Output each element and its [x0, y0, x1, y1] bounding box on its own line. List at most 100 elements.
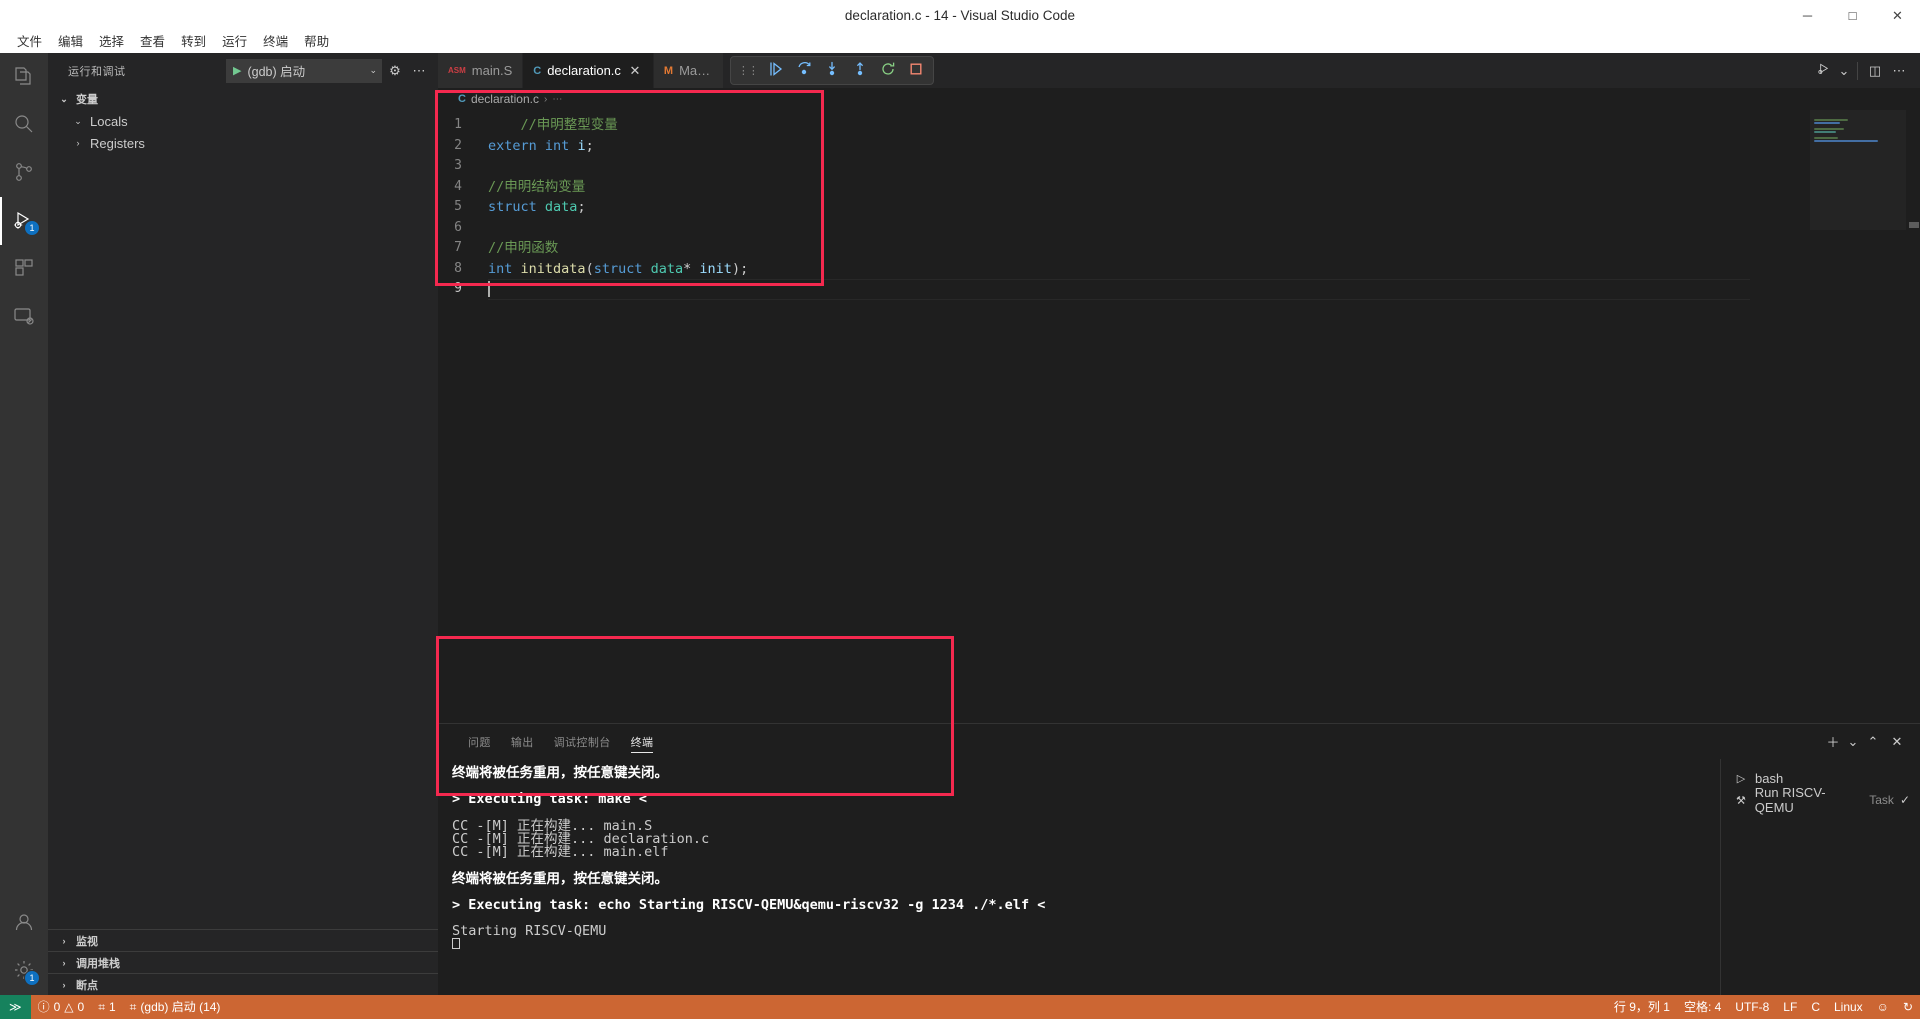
step-out-icon: [852, 61, 868, 80]
code-line[interactable]: 3: [438, 156, 1810, 177]
remote-indicator[interactable]: ≫: [0, 995, 31, 1019]
menu-file[interactable]: 文件: [10, 32, 49, 52]
minimap-slider[interactable]: [1810, 110, 1906, 230]
sidebar-more-actions[interactable]: ⋯: [408, 60, 430, 82]
step-into-button[interactable]: [819, 59, 845, 83]
terminal-output[interactable]: 终端将被任务重用，按任意键关闭。 > Executing task: make …: [438, 759, 1720, 995]
sidebar-run-and-debug: 运行和调试 ▶ (gdb) 启动 ⌄ ⚙ ⋯ ⌄ 变量 ⌄ Locals: [48, 53, 438, 995]
terminal-line: CC -[M] 正在构建... main.elf: [452, 846, 1720, 859]
activity-search[interactable]: [0, 101, 48, 149]
activity-accounts[interactable]: [0, 899, 48, 947]
minimap[interactable]: [1810, 110, 1906, 723]
run-or-debug-button[interactable]: [1813, 60, 1835, 82]
panel-tab-terminal[interactable]: 终端: [621, 724, 664, 759]
restart-button[interactable]: [875, 59, 901, 83]
activity-extensions[interactable]: [0, 245, 48, 293]
status-language-mode[interactable]: C: [1804, 995, 1827, 1019]
start-debug-icon[interactable]: ▶: [233, 64, 241, 77]
activity-remote-explorer[interactable]: [0, 293, 48, 341]
continue-button[interactable]: [763, 59, 789, 83]
status-indentation[interactable]: 空格: 4: [1677, 995, 1728, 1019]
menu-selection[interactable]: 选择: [92, 32, 131, 52]
minimize-button[interactable]: ─: [1785, 0, 1830, 31]
activity-bar-bottom: 1: [0, 899, 48, 995]
step-over-icon: [796, 61, 812, 80]
panel-tab-debug-console[interactable]: 调试控制台: [544, 724, 621, 759]
terminal-cursor: [452, 938, 460, 949]
status-notifications[interactable]: ↻: [1896, 995, 1920, 1019]
sidebar-section-breakpoints[interactable]: › 断点: [48, 973, 438, 995]
tab-main-s[interactable]: ASM main.S: [438, 53, 523, 88]
launch-config-dropdown[interactable]: ▶ (gdb) 启动 ⌄: [226, 59, 382, 83]
code-line[interactable]: 5struct data;: [438, 197, 1810, 218]
variables-scope-locals[interactable]: ⌄ Locals: [48, 110, 438, 132]
activity-explorer[interactable]: [0, 53, 48, 101]
open-launch-json-button[interactable]: ⚙: [384, 60, 406, 82]
close-button[interactable]: ✕: [1875, 0, 1920, 31]
sidebar-filler: [48, 154, 438, 929]
terminal-split-dropdown[interactable]: ⌄: [1846, 731, 1860, 753]
code-line[interactable]: 6: [438, 218, 1810, 239]
step-out-button[interactable]: [847, 59, 873, 83]
code-line[interactable]: 4//申明结构变量: [438, 177, 1810, 198]
tab-declaration-c[interactable]: C declaration.c ✕: [523, 53, 654, 88]
status-debug-session[interactable]: ⌗ (gdb) 启动 (14): [123, 995, 228, 1019]
activity-manage[interactable]: 1: [0, 947, 48, 995]
code-token: [537, 138, 545, 154]
sidebar-section-call-stack[interactable]: › 调用堆栈: [48, 951, 438, 973]
editor-more-actions[interactable]: ⋯: [1888, 60, 1910, 82]
status-eol[interactable]: LF: [1776, 995, 1804, 1019]
breadcrumb-more[interactable]: ⋯: [552, 94, 562, 105]
variables-scope-registers[interactable]: › Registers: [48, 132, 438, 154]
code-line[interactable]: 9: [438, 279, 1810, 300]
split-editor-button[interactable]: ◫: [1864, 60, 1886, 82]
terminal-item-run-riscv-qemu[interactable]: ⚒ Run RISCV-QEMU Task ✓: [1727, 789, 1920, 811]
terminal-cursor-line: [452, 938, 1720, 951]
activity-source-control[interactable]: [0, 149, 48, 197]
step-over-button[interactable]: [791, 59, 817, 83]
new-terminal-button[interactable]: ＋: [1822, 731, 1844, 753]
status-encoding[interactable]: UTF-8: [1728, 995, 1776, 1019]
sidebar-section-watch[interactable]: › 监视: [48, 929, 438, 951]
tab-close-icon[interactable]: ✕: [627, 63, 643, 79]
run-dropdown-button[interactable]: ⌄: [1837, 60, 1851, 82]
code-token: int: [488, 261, 512, 277]
panel-tab-problems[interactable]: 问题: [458, 724, 501, 759]
menu-help[interactable]: 帮助: [297, 32, 336, 52]
maximize-button[interactable]: □: [1830, 0, 1875, 31]
menu-edit[interactable]: 编辑: [51, 32, 90, 52]
code-line[interactable]: 8int initdata(struct data* init);: [438, 259, 1810, 280]
restart-icon: [880, 61, 896, 80]
manage-badge: 1: [24, 970, 40, 986]
panel-actions: ＋ ⌄ ⌃ ✕: [1822, 731, 1920, 753]
close-panel-button[interactable]: ✕: [1886, 731, 1908, 753]
status-platform[interactable]: Linux: [1827, 995, 1870, 1019]
status-problems[interactable]: ⓘ 0 △ 0: [31, 995, 92, 1019]
activity-run-and-debug[interactable]: 1: [0, 197, 48, 245]
code-content[interactable]: 1 //申明整型变量2extern int i;34//申明结构变量5struc…: [438, 110, 1810, 723]
panel-tab-bar: 问题 输出 调试控制台 终端 ＋ ⌄ ⌃ ✕: [438, 724, 1920, 759]
breadcrumb-file[interactable]: declaration.c: [471, 92, 539, 106]
code-line[interactable]: 2extern int i;: [438, 136, 1810, 157]
panel-tab-output[interactable]: 输出: [501, 724, 544, 759]
code-text: extern int i;: [488, 136, 1810, 157]
maximize-panel-button[interactable]: ⌃: [1862, 731, 1884, 753]
editor-scrollbar[interactable]: [1906, 110, 1920, 723]
menu-terminal[interactable]: 终端: [256, 32, 295, 52]
status-cursor-position[interactable]: 行 9，列 1: [1607, 995, 1677, 1019]
menu-run[interactable]: 运行: [215, 32, 254, 52]
drag-handle-icon[interactable]: ⋮⋮: [735, 64, 761, 77]
menu-view[interactable]: 查看: [133, 32, 172, 52]
menu-go[interactable]: 转到: [174, 32, 213, 52]
status-feedback[interactable]: ☺: [1870, 995, 1896, 1019]
activity-bar: 1: [0, 53, 48, 995]
code-line[interactable]: 1 //申明整型变量: [438, 115, 1810, 136]
stop-button[interactable]: [903, 59, 929, 83]
sidebar-section-variables[interactable]: ⌄ 变量: [48, 88, 438, 110]
code-token: [537, 199, 545, 215]
editor-declaration-c[interactable]: 1 //申明整型变量2extern int i;34//申明结构变量5struc…: [438, 110, 1920, 723]
code-token: data: [545, 199, 578, 215]
status-ports[interactable]: ⌗ 1: [91, 995, 122, 1019]
tab-makefile[interactable]: M Makefile: [654, 53, 724, 88]
code-line[interactable]: 7//申明函数: [438, 238, 1810, 259]
